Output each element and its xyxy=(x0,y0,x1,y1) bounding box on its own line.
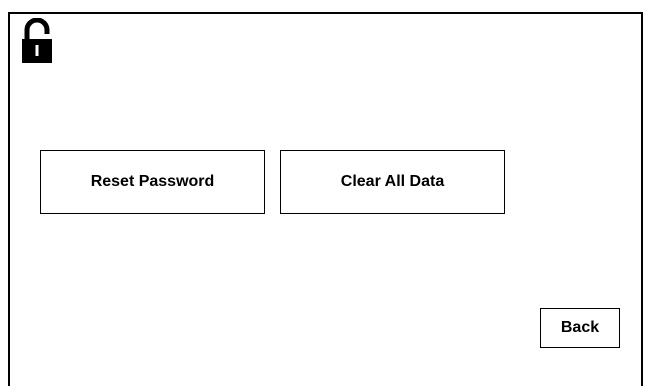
back-button[interactable]: Back xyxy=(540,308,620,348)
settings-screen: Reset Password Clear All Data Back xyxy=(8,12,643,386)
clear-all-data-button[interactable]: Clear All Data xyxy=(280,150,505,214)
reset-password-button[interactable]: Reset Password xyxy=(40,150,265,214)
unlocked-padlock-icon xyxy=(22,18,52,63)
